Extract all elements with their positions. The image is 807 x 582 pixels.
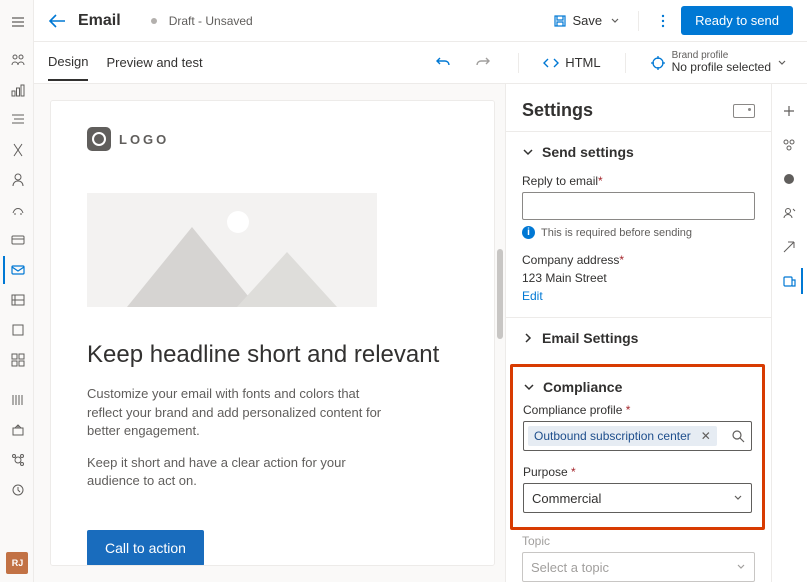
nav-item-12[interactable]	[3, 386, 31, 414]
nav-item-5[interactable]	[3, 166, 31, 194]
top-bar: Email Draft - Unsaved Save Ready to send	[34, 0, 807, 42]
panel-vertical-tabs	[771, 84, 807, 582]
compliance-profile-lookup[interactable]: Outbound subscription center ✕	[523, 421, 752, 451]
email-canvas[interactable]: LOGO Keep headline short and relevant Cu…	[50, 100, 495, 566]
chevron-down-icon	[523, 381, 535, 393]
compliance-profile-chip[interactable]: Outbound subscription center ✕	[528, 426, 717, 446]
section-email-settings-header[interactable]: Email Settings	[522, 326, 755, 350]
nav-item-1[interactable]	[3, 46, 31, 74]
html-view-button[interactable]: HTML	[543, 55, 600, 71]
info-icon: i	[522, 226, 535, 239]
reply-to-input[interactable]	[522, 192, 755, 220]
left-nav-rail: RJ	[0, 0, 34, 582]
undo-icon[interactable]	[432, 52, 454, 74]
brand-profile-value: No profile selected	[672, 61, 771, 74]
purpose-label: Purpose *	[523, 465, 752, 479]
vtab-theme[interactable]	[777, 166, 803, 192]
company-address-label: Company address*	[522, 253, 755, 267]
nav-item-email[interactable]	[3, 256, 31, 284]
reply-to-label: Reply to email*	[522, 174, 755, 188]
tab-preview[interactable]: Preview and test	[106, 45, 202, 80]
keyboard-icon[interactable]	[733, 104, 755, 118]
chevron-down-icon	[733, 493, 743, 503]
edit-company-address-link[interactable]: Edit	[522, 289, 543, 303]
reply-to-hint: i This is required before sending	[522, 226, 755, 239]
search-icon[interactable]	[731, 429, 745, 443]
compliance-profile-label: Compliance profile *	[523, 403, 752, 417]
settings-panel: Settings Send settings Reply to email*	[505, 84, 807, 582]
compliance-highlight: Compliance Compliance profile * Outbound…	[510, 364, 765, 530]
nav-item-6[interactable]	[3, 196, 31, 224]
nav-item-4[interactable]	[3, 136, 31, 164]
chevron-down-icon	[522, 146, 534, 158]
remove-chip-icon[interactable]: ✕	[701, 429, 711, 443]
section-topic: Topic Select a topic	[506, 530, 771, 582]
section-compliance-header[interactable]: Compliance	[523, 377, 752, 403]
vtab-settings[interactable]	[777, 268, 803, 294]
vtab-add[interactable]	[777, 98, 803, 124]
nav-item-15[interactable]	[3, 476, 31, 504]
nav-item-11[interactable]	[3, 346, 31, 374]
topic-label: Topic	[522, 534, 755, 548]
vtab-personalize[interactable]	[777, 200, 803, 226]
vtab-send[interactable]	[777, 234, 803, 260]
nav-item-14[interactable]	[3, 446, 31, 474]
body-paragraph-2[interactable]: Keep it short and have a clear action fo…	[87, 454, 387, 490]
chevron-down-icon	[777, 58, 787, 68]
save-label: Save	[573, 13, 603, 28]
logo-text: LOGO	[119, 132, 169, 147]
section-send-settings-header[interactable]: Send settings	[522, 140, 755, 164]
nav-item-7[interactable]	[3, 226, 31, 254]
nav-item-3[interactable]	[3, 106, 31, 134]
cta-button[interactable]: Call to action	[87, 530, 204, 566]
more-actions-icon[interactable]	[657, 14, 669, 28]
tab-design[interactable]: Design	[48, 44, 88, 81]
logo-icon	[87, 127, 111, 151]
scrollbar[interactable]	[497, 249, 503, 339]
nav-item-10[interactable]	[3, 316, 31, 344]
ready-to-send-button[interactable]: Ready to send	[681, 6, 793, 35]
nav-item-9[interactable]	[3, 286, 31, 314]
image-placeholder[interactable]	[87, 193, 377, 307]
hamburger-icon[interactable]	[3, 8, 31, 36]
nav-item-13[interactable]	[3, 416, 31, 444]
html-label: HTML	[565, 55, 600, 70]
chevron-right-icon	[522, 332, 534, 344]
save-button[interactable]: Save	[553, 13, 603, 28]
chevron-down-icon	[736, 562, 746, 572]
body-paragraph-1[interactable]: Customize your email with fonts and colo…	[87, 385, 387, 440]
topic-select[interactable]: Select a topic	[522, 552, 755, 582]
company-address-value: 123 Main Street	[522, 271, 755, 285]
user-avatar[interactable]: RJ	[6, 552, 28, 574]
vtab-components[interactable]	[777, 132, 803, 158]
save-split-chevron-icon[interactable]	[610, 16, 620, 26]
purpose-select[interactable]: Commercial	[523, 483, 752, 513]
headline[interactable]: Keep headline short and relevant	[87, 339, 458, 371]
panel-title: Settings	[522, 100, 593, 121]
brand-profile-selector[interactable]: Brand profile No profile selected	[650, 50, 793, 74]
draft-status-dot	[151, 18, 157, 24]
logo: LOGO	[87, 127, 458, 151]
draft-status-text: Draft - Unsaved	[169, 14, 253, 28]
section-send-settings: Send settings Reply to email* i This is …	[506, 131, 771, 317]
page-title: Email	[78, 12, 121, 30]
back-icon[interactable]	[48, 12, 66, 30]
redo-icon[interactable]	[472, 52, 494, 74]
nav-item-2[interactable]	[3, 76, 31, 104]
section-email-settings: Email Settings	[506, 317, 771, 364]
sub-bar: Design Preview and test HTML Brand profi…	[34, 42, 807, 84]
